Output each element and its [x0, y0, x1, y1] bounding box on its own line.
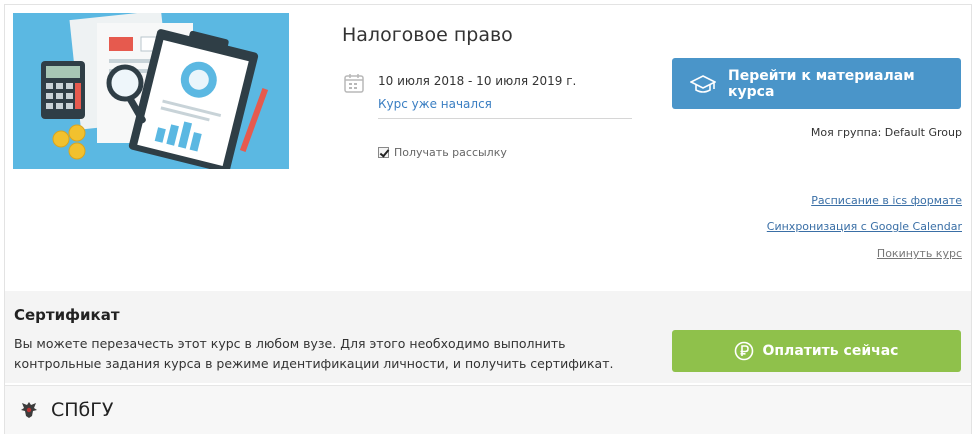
subscribe-label: Получать рассылку — [394, 146, 507, 159]
course-image — [13, 13, 289, 169]
ruble-icon — [734, 341, 754, 361]
graduation-cap-icon — [689, 73, 717, 95]
divider — [378, 118, 632, 119]
subscribe-option[interactable]: Получать рассылку — [378, 146, 507, 159]
calendar-icon — [344, 73, 364, 93]
university-name: СПбГУ — [51, 399, 114, 421]
my-group: Моя группа: Default Group — [810, 126, 962, 139]
google-calendar-sync-link[interactable]: Синхронизация с Google Calendar — [767, 220, 962, 233]
subscribe-checkbox[interactable] — [378, 147, 389, 158]
university-section: СПбГУ — [5, 385, 971, 434]
pay-now-button[interactable]: Оплатить сейчас — [672, 330, 961, 372]
eagle-logo-icon — [19, 400, 39, 420]
course-dates: 10 июля 2018 - 10 июля 2019 г. — [378, 74, 577, 88]
go-to-materials-label: Перейти к материалам курса — [728, 67, 915, 100]
certificate-title: Сертификат — [14, 306, 120, 324]
ics-schedule-link[interactable]: Расписание в ics формате — [811, 194, 962, 207]
go-to-materials-button[interactable]: Перейти к материалам курса — [672, 58, 961, 109]
pay-now-label: Оплатить сейчас — [762, 343, 899, 359]
course-status: Курс уже начался — [378, 97, 492, 111]
course-illustration — [13, 13, 289, 169]
leave-course-link[interactable]: Покинуть курс — [877, 247, 962, 260]
course-title: Налоговое право — [342, 24, 513, 46]
certificate-text: Вы можете перезачесть этот курс в любом … — [14, 336, 614, 371]
